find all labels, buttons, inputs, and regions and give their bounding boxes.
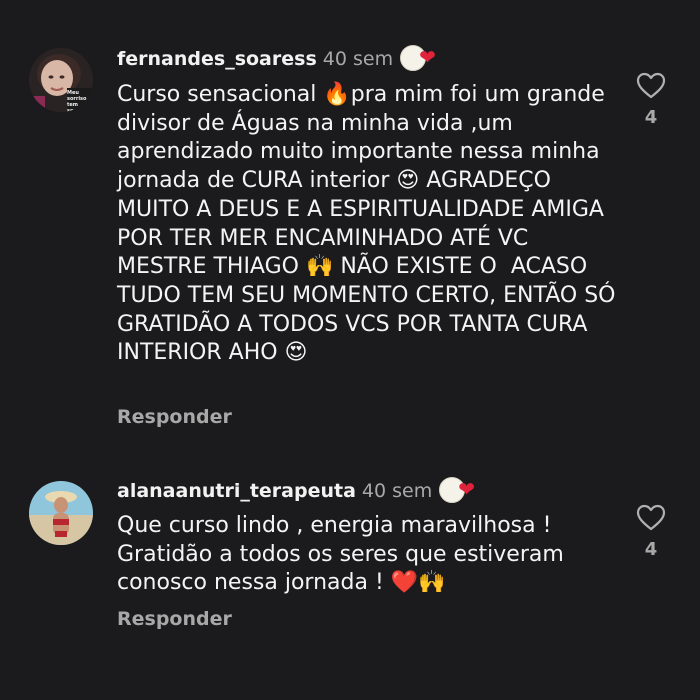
heart-icon: ❤ bbox=[458, 477, 476, 501]
like-button[interactable]: 4 bbox=[634, 72, 668, 128]
comment-header: alanaanutri_terapeuta 40 sem ❤ bbox=[117, 477, 483, 503]
heart-outline-icon bbox=[636, 504, 666, 531]
creator-liked-badge: ❤ bbox=[400, 45, 444, 71]
reply-button[interactable]: Responder bbox=[117, 608, 232, 630]
comment-text: Curso sensacional 🔥pra mim foi um grande… bbox=[117, 82, 623, 366]
avatar-image bbox=[29, 481, 93, 545]
timestamp: 40 sem bbox=[361, 480, 433, 502]
heart-icon: ❤ bbox=[419, 45, 436, 69]
like-count: 4 bbox=[644, 539, 658, 560]
avatar[interactable] bbox=[29, 481, 93, 545]
username[interactable]: alanaanutri_terapeuta bbox=[117, 480, 356, 502]
heart-outline-icon bbox=[636, 72, 666, 99]
like-count: 4 bbox=[644, 107, 658, 128]
comment-text: Que curso lindo , energia maravilhosa ! … bbox=[117, 513, 571, 596]
avatar[interactable]: Meu sorriso tem seu nome bbox=[29, 48, 93, 112]
creator-liked-badge: ❤ bbox=[439, 477, 483, 503]
username[interactable]: fernandes_soaress bbox=[117, 48, 317, 70]
timestamp: 40 sem bbox=[322, 48, 394, 70]
like-button[interactable]: 4 bbox=[634, 504, 668, 560]
comment-header: fernandes_soaress 40 sem ❤ bbox=[117, 45, 444, 71]
reply-button[interactable]: Responder bbox=[117, 406, 232, 428]
avatar-caption: Meu sorriso tem seu nome bbox=[67, 90, 87, 112]
